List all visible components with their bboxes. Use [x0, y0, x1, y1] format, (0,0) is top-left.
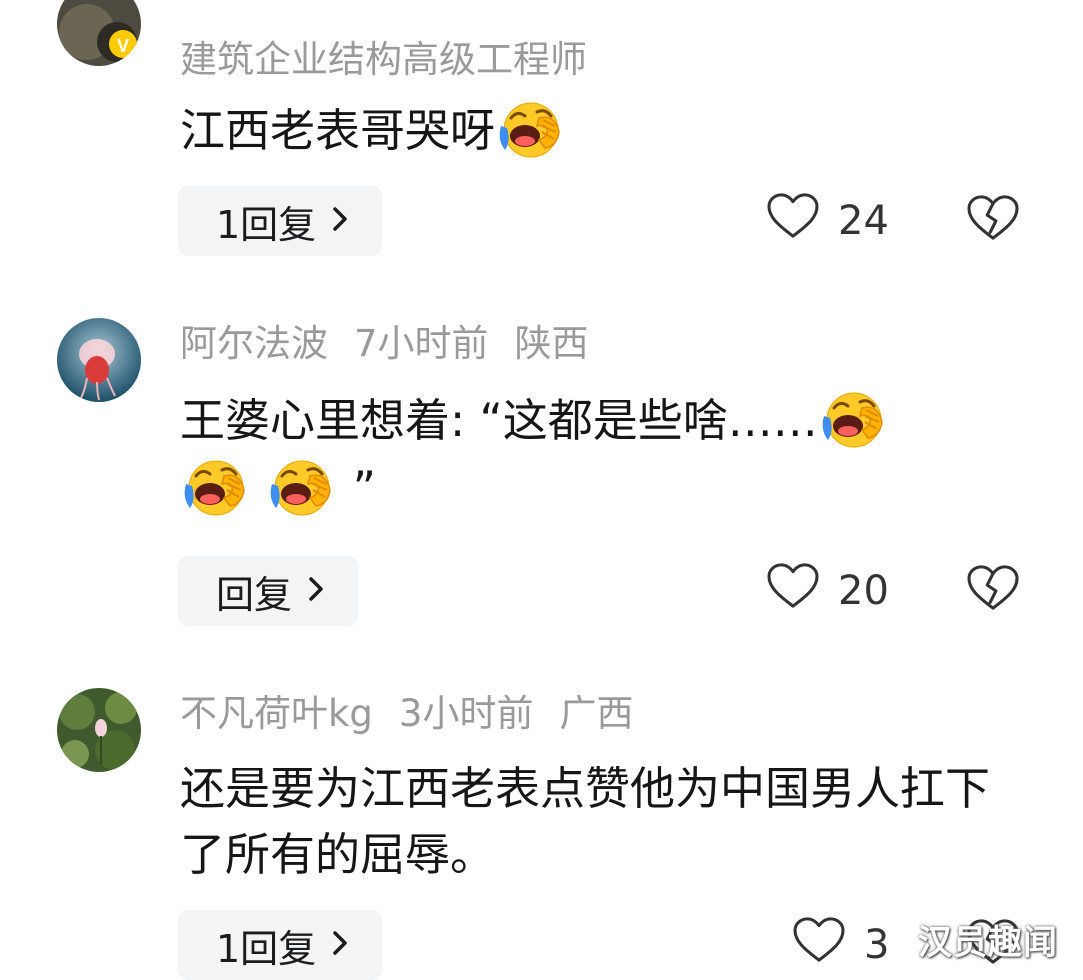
comment-text-content: 还是要为江西老表点赞他为中国男人扛下了所有的屈辱。	[180, 762, 991, 881]
username[interactable]: 建筑企业结构高级工程师	[180, 38, 587, 81]
comment-text-content: 江西老表哥哭呀	[180, 104, 496, 157]
laugh-cry-emoji-icon	[266, 454, 338, 518]
reply-label: 1回复	[216, 202, 317, 247]
laugh-cry-emoji-icon	[818, 386, 890, 450]
avatar[interactable]	[57, 688, 141, 772]
heart-outline-icon	[766, 192, 820, 250]
avatar[interactable]	[57, 318, 141, 402]
comment-text: 还是要为江西老表点赞他为中国男人扛下了所有的屈辱。	[180, 756, 1010, 888]
heart-outline-icon	[792, 916, 846, 974]
like-count: 20	[838, 568, 889, 614]
reply-button[interactable]: 回复	[178, 556, 359, 626]
heart-outline-icon	[766, 562, 820, 620]
comment-text: 王婆心里想着: “这都是些啥…… ”	[180, 386, 1040, 522]
comment-meta: 建筑企业结构高级工程师	[180, 36, 613, 84]
comment-time: 3小时前	[398, 692, 534, 735]
comment-text: 江西老表哥哭呀	[180, 96, 1040, 164]
comment-text-end: ”	[352, 462, 376, 515]
comment-time: 7小时前	[354, 322, 489, 365]
avatar[interactable]: V	[57, 0, 141, 66]
like-count: 24	[838, 198, 889, 244]
reply-button[interactable]: 1回复	[178, 186, 383, 256]
reply-label: 回复	[216, 572, 293, 617]
broken-heart-icon	[966, 227, 1020, 246]
like-button[interactable]: 20	[766, 562, 889, 620]
like-button[interactable]: 24	[766, 192, 889, 250]
chevron-right-icon	[330, 923, 350, 967]
comment-text-content: 王婆心里想着: “这都是些啥……	[180, 394, 818, 447]
comment-location: 陕西	[514, 322, 589, 365]
username[interactable]: 不凡荷叶kg	[180, 692, 373, 735]
like-button[interactable]: 3	[792, 916, 889, 974]
comment-meta: 不凡荷叶kg 3小时前 广西	[180, 690, 659, 738]
watermark: 汉员趣闻	[918, 923, 1058, 963]
comment-meta: 阿尔法波 7小时前 陕西	[180, 320, 615, 368]
reply-button[interactable]: 1回复	[178, 910, 383, 980]
chevron-right-icon	[306, 569, 326, 613]
like-count: 3	[864, 922, 890, 968]
laugh-cry-emoji-icon	[495, 96, 567, 160]
reply-label: 1回复	[216, 926, 317, 971]
broken-heart-icon	[966, 597, 1020, 616]
chevron-right-icon	[330, 199, 350, 243]
comment-location: 广西	[559, 692, 634, 735]
svg-text:V: V	[117, 36, 129, 56]
username[interactable]: 阿尔法波	[180, 322, 328, 365]
dislike-button[interactable]	[966, 564, 1020, 616]
laugh-cry-emoji-icon	[180, 454, 252, 518]
dislike-button[interactable]	[966, 194, 1020, 246]
